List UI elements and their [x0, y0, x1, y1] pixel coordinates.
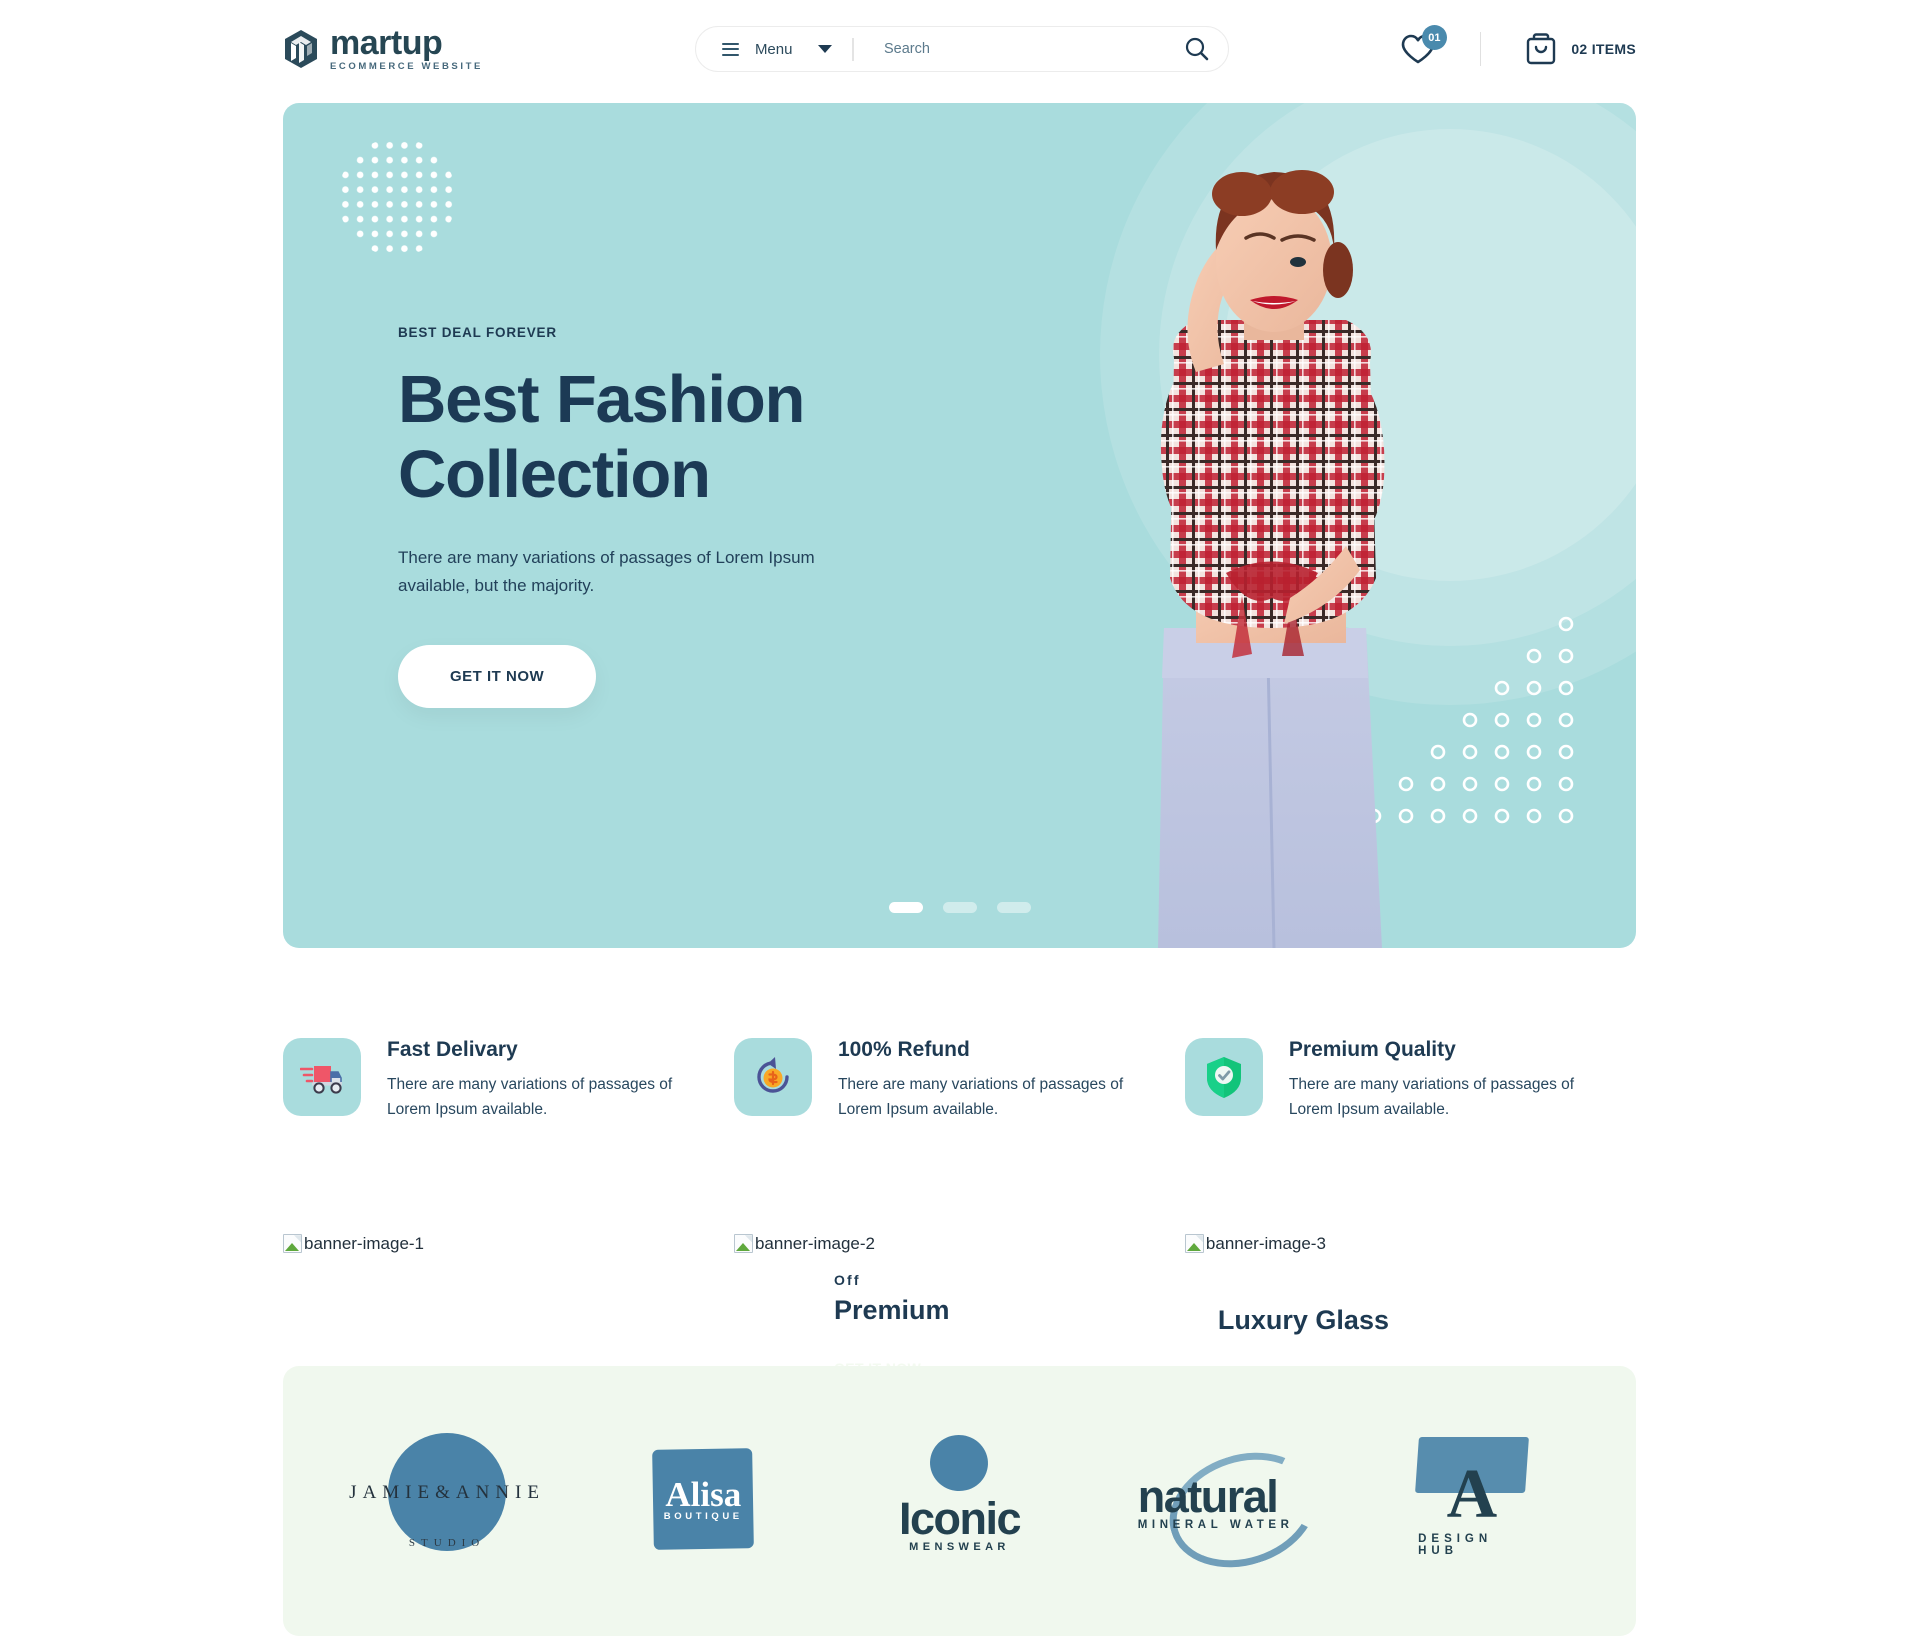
broken-image-placeholder: banner-image-3 [1184, 1234, 1326, 1254]
brand-name: Alisa [665, 1475, 742, 1515]
feature-card-premium-quality: Premium Quality There are many variation… [1184, 1038, 1636, 1122]
menu-dropdown[interactable]: Menu [696, 27, 853, 71]
feature-desc: There are many variations of passages of… [1288, 1076, 1575, 1119]
brand-name: Iconic [898, 1493, 1022, 1545]
promo-banner-3[interactable]: banner-image-3 Luxury Glass GET IT NOW [1184, 1234, 1636, 1388]
wishlist-button[interactable]: 01 [1400, 25, 1447, 65]
cart-button[interactable]: 02 ITEMS [1525, 32, 1636, 66]
promo-banner-2[interactable]: banner-image-2 Off Premium GET IT NOW [733, 1234, 1185, 1388]
feature-desc: There are many variations of passages of… [387, 1076, 673, 1119]
dot-grid-decoration-top-left [338, 138, 456, 256]
brand-logo-jamie-annie[interactable]: JAMIE&ANNIE STUDIO [340, 1431, 555, 1571]
carousel-dot-2[interactable] [942, 902, 977, 913]
feature-desc: There are many variations of passages of… [837, 1076, 1124, 1119]
chevron-down-icon[interactable] [818, 45, 833, 53]
brand-logo-strip: JAMIE&ANNIE STUDIO Alisa BOUTIQUE Iconic… [283, 1366, 1636, 1637]
brand-name: JAMIE&ANNIE [349, 1482, 545, 1504]
brand-sub: BOUTIQUE [663, 1511, 743, 1523]
brand-name: natural [1137, 1471, 1279, 1523]
brand-logo-alisa[interactable]: Alisa BOUTIQUE [596, 1431, 811, 1571]
brand-logo-iconic[interactable]: Iconic MENSWEAR [852, 1431, 1067, 1571]
brand-logo-design-hub[interactable]: A DESIGN HUB [1364, 1431, 1579, 1571]
carousel-dot-1[interactable] [888, 902, 923, 913]
broken-image-placeholder: banner-image-2 [733, 1234, 875, 1254]
search-input[interactable] [853, 41, 1166, 57]
feature-title: 100% Refund [837, 1038, 970, 1061]
brand-logo[interactable]: martup ECOMMERCE WEBSITE [283, 23, 483, 72]
brand-name: A [1446, 1456, 1498, 1534]
search-button[interactable] [1166, 27, 1228, 71]
hero-title: Best Fashion Collection [398, 362, 868, 512]
menu-label: Menu [754, 40, 793, 58]
feature-title: Premium Quality [1288, 1038, 1456, 1061]
feature-text: Fast Delivary There are many variations … [387, 1038, 697, 1122]
hamburger-icon[interactable] [721, 42, 739, 56]
hero-title-line1: Best Fashion [398, 362, 805, 437]
brand-logo-natural[interactable]: natural MINERAL WATER [1108, 1431, 1332, 1586]
brand-sub: STUDIO [408, 1537, 486, 1550]
feature-text: Premium Quality There are many variation… [1289, 1038, 1599, 1122]
promo-title: Premium [833, 1295, 950, 1326]
broken-image-icon [283, 1234, 302, 1254]
site-header: martup ECOMMERCE WEBSITE Menu 01 [0, 0, 1919, 98]
promo-off-label: Off [833, 1272, 861, 1289]
cart-items-label: 02 ITEMS [1571, 41, 1636, 57]
delivery-truck-icon [283, 1038, 361, 1116]
brand-text: martup ECOMMERCE WEBSITE [330, 23, 483, 72]
cube-logo-icon [285, 29, 317, 68]
promo-title: Luxury Glass [1217, 1305, 1389, 1336]
hero-model-image [1158, 170, 1385, 948]
broken-image-icon [1184, 1234, 1204, 1254]
brand-name: martup [330, 23, 443, 62]
banner-image-alt: banner-image-3 [1205, 1234, 1326, 1254]
brand-sub: MINERAL WATER [1137, 1519, 1294, 1532]
shield-check-icon [1184, 1038, 1263, 1116]
divider [1479, 32, 1482, 66]
brand-tagline: ECOMMERCE WEBSITE [330, 60, 483, 72]
hero-copy: BEST DEAL FOREVER Best Fashion Collectio… [398, 325, 868, 709]
carousel-dot-3[interactable] [996, 902, 1031, 913]
refund-coin-icon [733, 1038, 812, 1116]
wishlist-count-badge: 01 [1421, 25, 1447, 50]
brand-wordmark: natural MINERAL WATER [1137, 1434, 1332, 1586]
circle-blob-icon [926, 1431, 993, 1495]
promo-banner-list: banner-image-1 Off GET IT NOW banner-ima… [283, 1234, 1636, 1388]
banner-image-alt: banner-image-1 [304, 1234, 425, 1254]
broken-image-placeholder: banner-image-1 [283, 1234, 425, 1254]
broken-image-icon [733, 1234, 753, 1254]
hero-banner: BEST DEAL FOREVER Best Fashion Collectio… [283, 103, 1636, 948]
brand-sub: MENSWEAR [909, 1541, 1010, 1554]
hero-cta-button[interactable]: GET IT NOW [398, 645, 597, 709]
hero-title-line2: Collection [398, 437, 711, 513]
brand-sub: DESIGN HUB [1418, 1533, 1493, 1558]
banner-image-alt: banner-image-2 [754, 1234, 875, 1254]
hero-subtitle: There are many variations of passages of… [398, 548, 815, 595]
header-actions: 01 02 ITEMS [1400, 25, 1636, 66]
search-icon [1185, 37, 1209, 61]
feature-list: Fast Delivary There are many variations … [283, 1038, 1636, 1122]
promo-banner-1[interactable]: banner-image-1 Off GET IT NOW [283, 1234, 734, 1388]
feature-card-refund: 100% Refund There are many variations of… [733, 1038, 1185, 1122]
feature-card-fast-delivery: Fast Delivary There are many variations … [283, 1038, 734, 1122]
hero-carousel-indicators[interactable] [888, 902, 1031, 913]
feature-text: 100% Refund There are many variations of… [838, 1038, 1148, 1122]
shopping-bag-icon [1527, 33, 1556, 65]
hero-eyebrow: BEST DEAL FOREVER [398, 325, 557, 340]
promo-banner-body: Off Premium GET IT NOW [734, 1272, 1185, 1378]
search-bar: Menu [694, 26, 1229, 72]
feature-title: Fast Delivary [387, 1038, 518, 1061]
